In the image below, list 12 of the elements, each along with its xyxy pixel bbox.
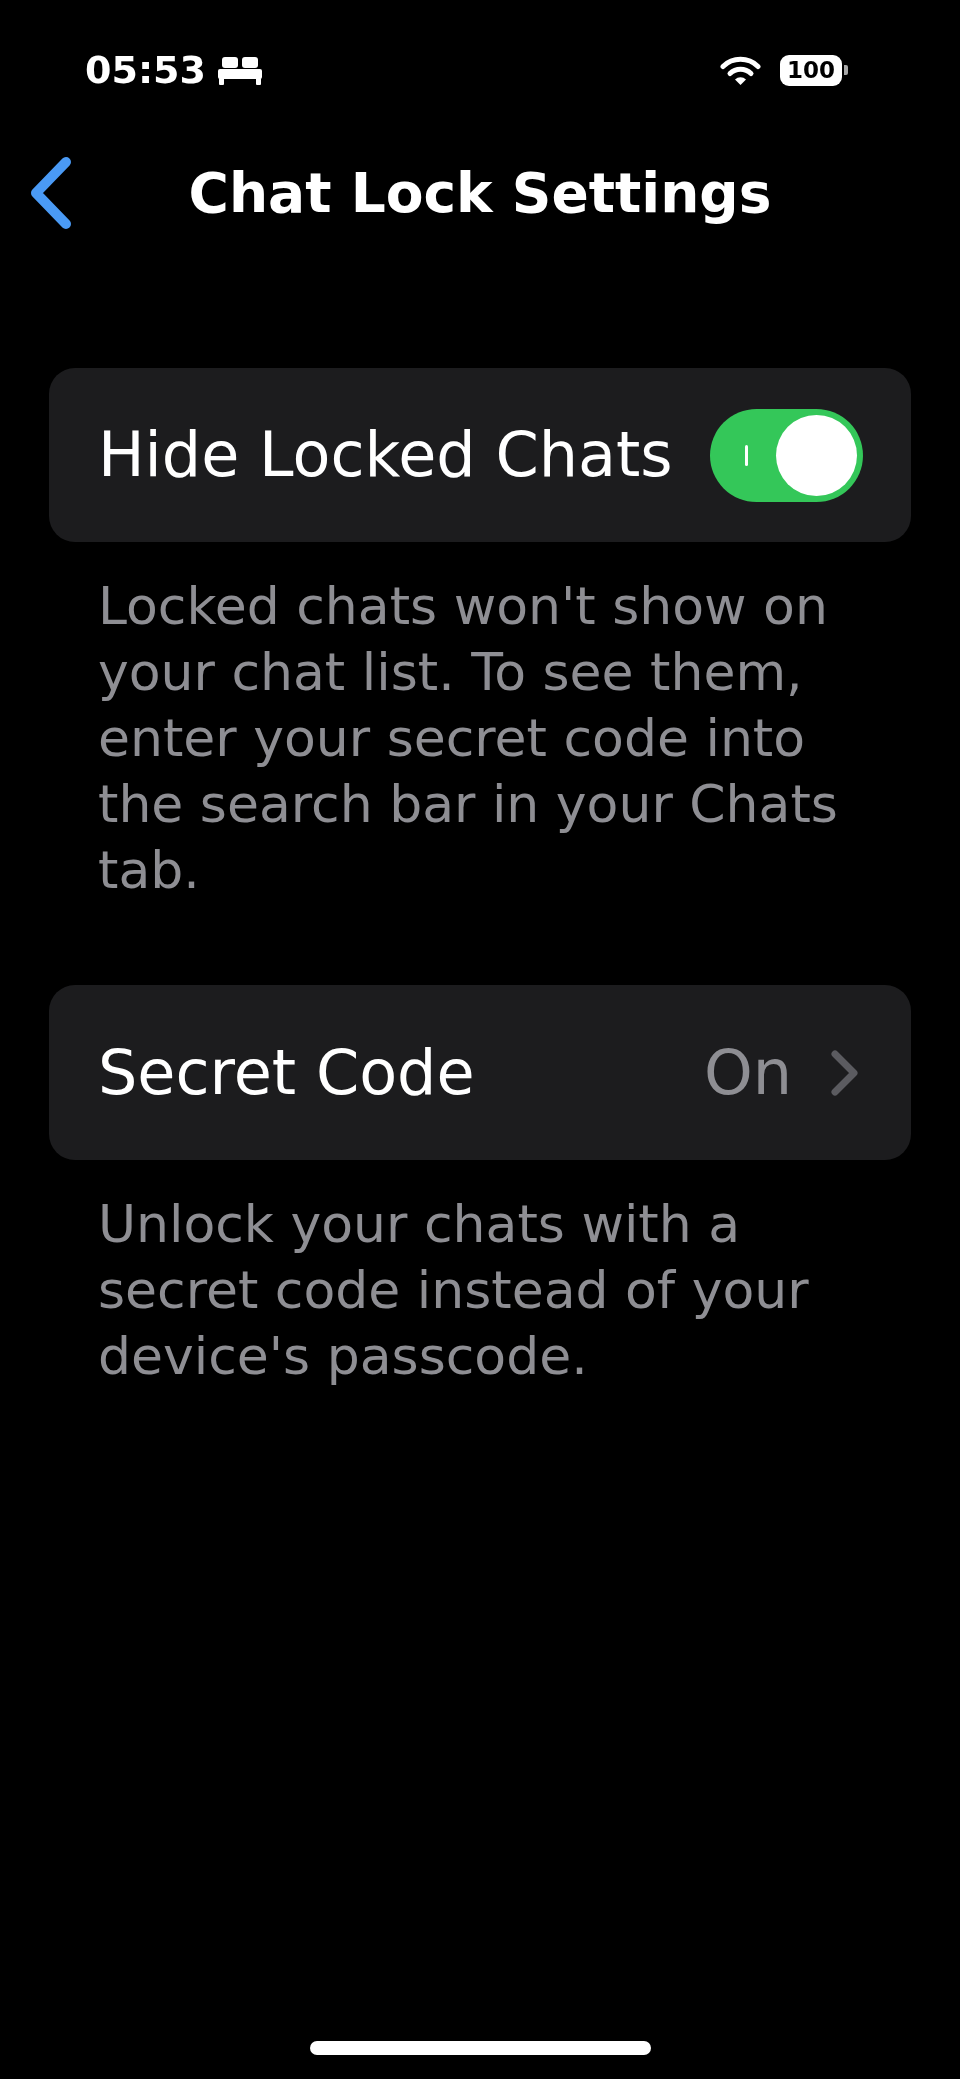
chevron-left-icon: [29, 156, 73, 230]
back-button[interactable]: [29, 156, 73, 230]
wifi-icon: [720, 55, 761, 85]
status-time: 05:53: [85, 51, 206, 89]
settings-row[interactable]: Secret Code On: [49, 985, 911, 1160]
bed-icon: [217, 55, 262, 85]
on-mark-icon: [745, 444, 748, 466]
chevron-right-icon: [829, 1048, 860, 1097]
section-description: Locked chats won't show on your chat list. To see them, enter your secret code into the search bar in your Chats tab.: [97, 575, 839, 902]
setting-label: Hide Locked Chats: [98, 424, 673, 486]
battery-indicator: 100: [780, 54, 848, 86]
section-description: Unlock your chats with a secret code instead of your device's passcode.: [97, 1193, 810, 1388]
